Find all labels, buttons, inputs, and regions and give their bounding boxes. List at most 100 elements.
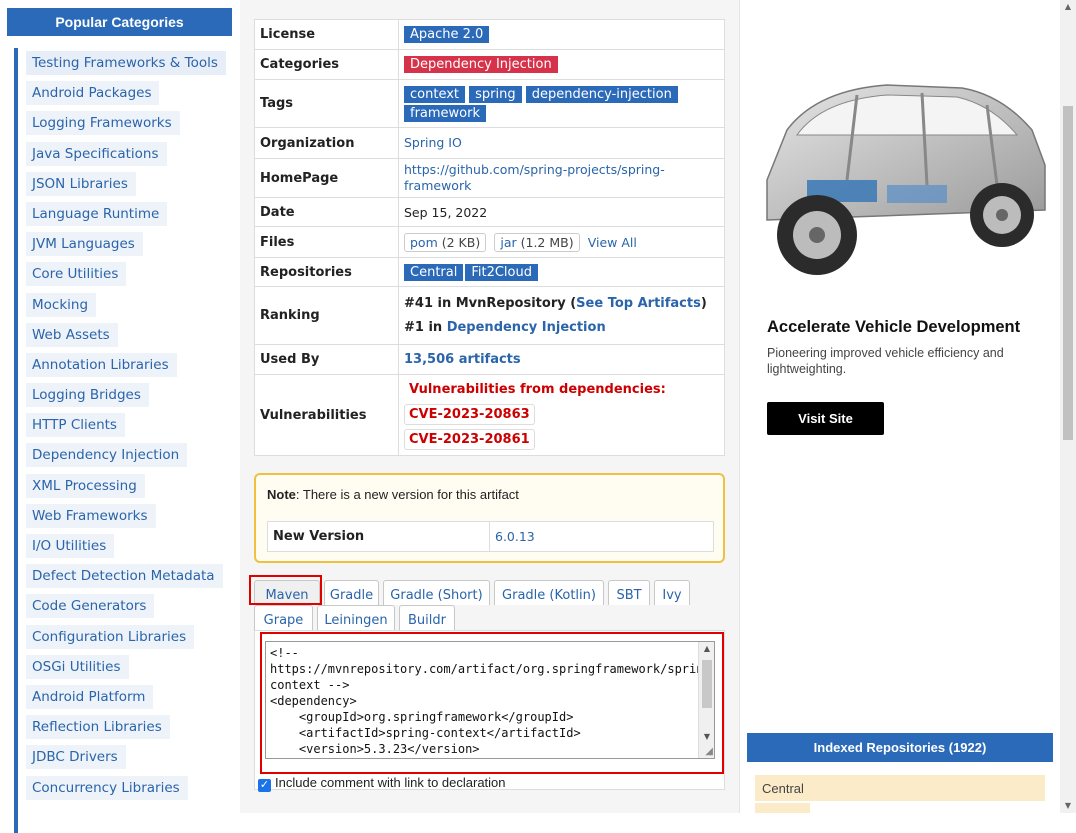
- file-name[interactable]: jar: [500, 235, 516, 250]
- item-accent-bar: [14, 621, 18, 652]
- new-version-link[interactable]: 6.0.13: [495, 529, 535, 544]
- sidebar-item-label[interactable]: OSGi Utilities: [26, 654, 129, 679]
- visit-site-button[interactable]: Visit Site: [767, 402, 884, 435]
- sidebar-item-http-clients[interactable]: HTTP Clients: [14, 410, 240, 441]
- scrollbar-thumb[interactable]: [1063, 106, 1073, 440]
- repo-list-item[interactable]: Central: [755, 775, 1045, 801]
- homepage-link-line2[interactable]: framework: [404, 178, 471, 193]
- tab-sbt[interactable]: SBT: [608, 580, 650, 605]
- tag-context[interactable]: context: [404, 85, 465, 103]
- car-chassis-ad-image[interactable]: [747, 60, 1047, 310]
- sidebar-item-label[interactable]: Code Generators: [26, 594, 155, 619]
- rank-category-link[interactable]: Dependency Injection: [447, 320, 606, 335]
- sidebar-item-label[interactable]: Java Specifications: [26, 141, 167, 166]
- sidebar-item-label[interactable]: Android Platform: [26, 684, 154, 709]
- tag-framework[interactable]: framework: [404, 104, 487, 122]
- sidebar-item-jdbc-drivers[interactable]: JDBC Drivers: [14, 742, 240, 773]
- sidebar-item-xml-processing[interactable]: XML Processing: [14, 470, 240, 501]
- sidebar-item-label[interactable]: Dependency Injection: [26, 443, 188, 468]
- item-accent-bar: [14, 500, 18, 531]
- tab-buildr[interactable]: Buildr: [399, 605, 455, 630]
- cve-link[interactable]: CVE-2023-20863: [404, 404, 535, 425]
- sidebar-item-label[interactable]: JVM Languages: [26, 232, 143, 257]
- sidebar-item-android-platform[interactable]: Android Platform: [14, 681, 240, 713]
- used-by-value: 13,506 artifacts: [398, 344, 725, 375]
- sidebar-item-label[interactable]: XML Processing: [26, 473, 145, 498]
- artifact-info-table: License Apache 2.0 Categories Dependency…: [254, 19, 725, 456]
- include-comment-label[interactable]: Include comment with link to declaration: [275, 775, 506, 790]
- sidebar-item-osgi-utilities[interactable]: OSGi Utilities: [14, 651, 240, 682]
- tag-spring[interactable]: spring: [469, 85, 522, 103]
- sidebar-item-label[interactable]: Language Runtime: [26, 201, 168, 226]
- tab-gradle-kotlin[interactable]: Gradle (Kotlin): [494, 580, 604, 605]
- sidebar-item-label[interactable]: Annotation Libraries: [26, 352, 177, 377]
- sidebar-item-dependency-injection[interactable]: Dependency Injection: [14, 440, 240, 471]
- repo-central-tag[interactable]: Central: [404, 263, 464, 281]
- tab-ivy[interactable]: Ivy: [654, 580, 690, 605]
- sidebar-item-label[interactable]: Logging Bridges: [26, 383, 149, 408]
- scroll-up-arrow-icon[interactable]: ▲: [1060, 0, 1076, 14]
- sidebar-item-android-packages[interactable]: Android Packages: [14, 78, 240, 109]
- repo-list-item[interactable]: [755, 803, 810, 813]
- homepage-link-line1[interactable]: https://github.com/spring-projects/sprin…: [404, 162, 665, 177]
- sidebar-item-label[interactable]: Logging Frameworks: [26, 111, 180, 136]
- sidebar-item-web-frameworks[interactable]: Web Frameworks: [14, 500, 240, 531]
- sidebar-item-label[interactable]: Mocking: [26, 292, 97, 317]
- sidebar-item-code-generators[interactable]: Code Generators: [14, 591, 240, 622]
- checkbox-checked-icon[interactable]: ✓: [258, 779, 271, 792]
- see-top-artifacts-link[interactable]: See Top Artifacts: [576, 296, 701, 311]
- repo-fit2cloud-tag[interactable]: Fit2Cloud: [465, 263, 538, 281]
- tag-dependency-injection[interactable]: dependency-injection: [525, 85, 678, 103]
- sidebar-item-jvm-languages[interactable]: JVM Languages: [14, 229, 240, 260]
- sidebar-item-language-runtime[interactable]: Language Runtime: [14, 198, 240, 230]
- item-accent-bar: [14, 591, 18, 622]
- file-name[interactable]: pom: [410, 235, 438, 250]
- page-scrollbar[interactable]: ▲ ▼: [1060, 0, 1076, 813]
- tab-grape[interactable]: Grape: [254, 605, 313, 630]
- sidebar-item-concurrency-libraries[interactable]: Concurrency Libraries: [14, 772, 240, 803]
- sidebar-item-reflection-libraries[interactable]: Reflection Libraries: [14, 712, 240, 743]
- sidebar-item-label[interactable]: Reflection Libraries: [26, 715, 170, 740]
- sidebar-item-annotation-libraries[interactable]: Annotation Libraries: [14, 349, 240, 381]
- license-tag[interactable]: Apache 2.0: [404, 26, 490, 43]
- sidebar-item-label[interactable]: Defect Detection Metadata: [26, 564, 223, 589]
- sidebar-item-label[interactable]: Core Utilities: [26, 262, 127, 287]
- sidebar-item-io-utilities[interactable]: I/O Utilities: [14, 531, 240, 562]
- homepage-link[interactable]: https://github.com/spring-projects/sprin…: [404, 162, 665, 193]
- view-all-link[interactable]: View All: [588, 235, 637, 250]
- sidebar-item-core-utilities[interactable]: Core Utilities: [14, 259, 240, 290]
- sidebar-item-logging-frameworks[interactable]: Logging Frameworks: [14, 108, 240, 139]
- sidebar-item-web-assets[interactable]: Web Assets: [14, 319, 240, 350]
- sidebar-item-label[interactable]: I/O Utilities: [26, 534, 115, 558]
- sidebar-item-label[interactable]: Web Assets: [26, 322, 118, 347]
- sidebar-item-label[interactable]: JSON Libraries: [26, 171, 136, 196]
- sidebar-item-label[interactable]: Configuration Libraries: [26, 624, 195, 649]
- sidebar-item-label[interactable]: Android Packages: [26, 81, 160, 106]
- cve-link[interactable]: CVE-2023-20861: [404, 429, 535, 450]
- sidebar-item-testing-frameworks[interactable]: Testing Frameworks & Tools: [14, 48, 240, 79]
- sidebar-item-label[interactable]: JDBC Drivers: [26, 745, 126, 770]
- organization-link[interactable]: Spring IO: [404, 135, 462, 150]
- sidebar-item-label[interactable]: Web Frameworks: [26, 503, 156, 528]
- scroll-down-arrow-icon[interactable]: ▼: [1060, 799, 1076, 813]
- ad-title[interactable]: Accelerate Vehicle Development: [767, 318, 1020, 337]
- tab-gradle-short[interactable]: Gradle (Short): [383, 580, 490, 605]
- include-comment-option[interactable]: ✓ Include comment with link to declaratio…: [258, 775, 506, 792]
- sidebar-item-logging-bridges[interactable]: Logging Bridges: [14, 380, 240, 411]
- column-divider: [739, 0, 740, 813]
- sidebar-item-label[interactable]: Concurrency Libraries: [26, 775, 188, 800]
- sidebar-item-configuration-libraries[interactable]: Configuration Libraries: [14, 621, 240, 652]
- sidebar-item-label[interactable]: HTTP Clients: [26, 413, 125, 438]
- sidebar-item-mocking[interactable]: Mocking: [14, 289, 240, 320]
- tab-leiningen[interactable]: Leiningen: [317, 605, 395, 630]
- tab-gradle[interactable]: Gradle: [324, 580, 379, 605]
- sidebar-item-defect-detection-metadata[interactable]: Defect Detection Metadata: [14, 561, 240, 592]
- sidebar-item-json-libraries[interactable]: JSON Libraries: [14, 168, 240, 199]
- tags-label: Tags: [254, 79, 399, 128]
- category-tag[interactable]: Dependency Injection: [404, 56, 558, 73]
- used-by-link[interactable]: 13,506 artifacts: [404, 352, 521, 367]
- sidebar-item-label[interactable]: Testing Frameworks & Tools: [26, 51, 226, 75]
- file-pom-link[interactable]: pom (2 KB): [404, 232, 487, 252]
- sidebar-item-java-specifications[interactable]: Java Specifications: [14, 138, 240, 169]
- file-jar-link[interactable]: jar (1.2 MB): [494, 232, 580, 252]
